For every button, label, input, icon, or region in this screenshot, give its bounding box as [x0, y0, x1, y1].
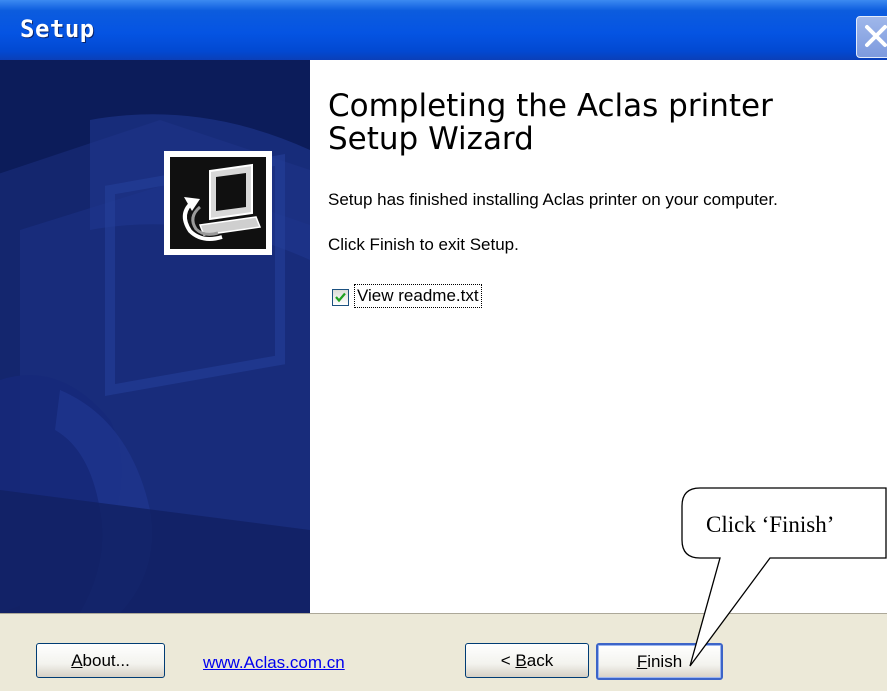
about-button[interactable]: About...	[36, 643, 165, 678]
back-button-label: ack	[526, 651, 554, 670]
aclas-website-link[interactable]: www.Aclas.com.cn	[203, 653, 345, 673]
checkmark-icon	[335, 292, 346, 303]
finish-button-label: inish	[647, 652, 683, 671]
banner-artwork	[0, 60, 310, 613]
back-button[interactable]: < Back	[465, 643, 589, 678]
callout-text: Click ‘Finish’	[706, 512, 835, 537]
computer-setup-icon	[164, 151, 272, 255]
window-title: Setup	[20, 15, 95, 43]
page-title: Completing the Aclas printer Setup Wizar…	[328, 88, 773, 157]
button-bar: About... www.Aclas.com.cn < Back Finish	[0, 613, 887, 691]
about-button-label: bout...	[82, 651, 130, 670]
setup-window: Setup Completing the Aclas printer Setup…	[0, 0, 887, 691]
finish-button[interactable]: Finish	[596, 643, 723, 680]
about-button-mnemonic: A	[71, 651, 83, 670]
back-button-mnemonic: B	[515, 651, 527, 670]
view-readme-checkbox[interactable]	[332, 289, 349, 306]
close-icon	[865, 25, 887, 47]
title-bar[interactable]: Setup	[0, 0, 887, 60]
finish-button-mnemonic: F	[636, 652, 648, 671]
exit-instruction: Click Finish to exit Setup.	[328, 235, 519, 254]
back-button-prefix: <	[500, 651, 516, 670]
wizard-banner	[0, 60, 310, 613]
finish-message: Setup has finished installing Aclas prin…	[328, 190, 778, 209]
view-readme-label[interactable]: View readme.txt	[354, 284, 482, 308]
close-button[interactable]	[856, 16, 887, 58]
